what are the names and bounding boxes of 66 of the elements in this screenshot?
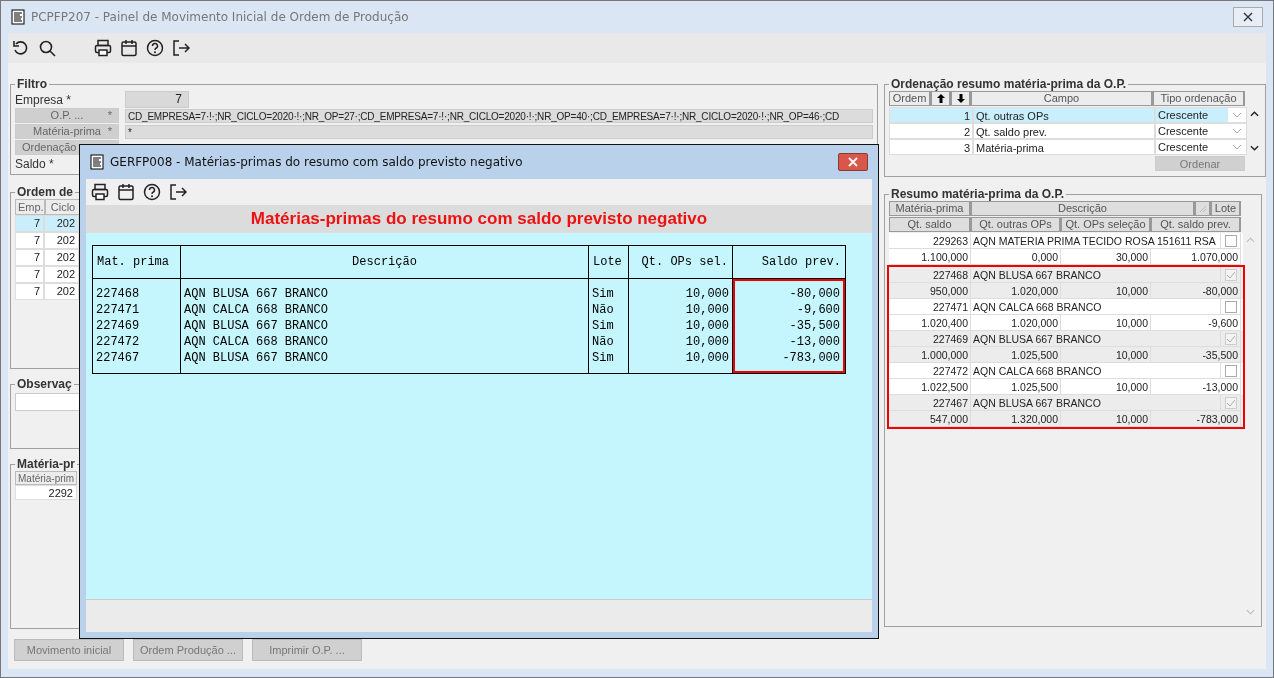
- table-cell-text: 227472: [95, 334, 141, 350]
- table-cell-text: AQN BLUSA 667 BRANCO: [183, 286, 330, 302]
- table-cell-text: 227468: [95, 286, 141, 302]
- group-title: Ordenação resumo matéria-prima da O.P.: [890, 77, 1128, 91]
- table-cell: 1.100,000: [889, 249, 971, 265]
- column-header: Mat. prima: [97, 255, 169, 269]
- table-cell: 1: [889, 107, 973, 123]
- window-title: PCPFP207 - Painel de Movimento Inicial de Ordem de Produção: [31, 10, 410, 24]
- column-header: Saldo prev.: [761, 255, 841, 269]
- table-cell-text: AQN CALCA 668 BRANCO: [183, 302, 330, 318]
- table-cell: -783,000: [1151, 411, 1241, 427]
- table-cell-text: 10,000: [684, 318, 730, 334]
- column-header: Descrição: [352, 255, 417, 269]
- table-cell: 10,000: [1061, 411, 1151, 427]
- table-cell: 7: [15, 249, 44, 266]
- table-cell: 202: [44, 215, 79, 232]
- table-cell-text: -783,000: [781, 350, 841, 366]
- table-cell-text: Não: [591, 334, 615, 350]
- table-cell: 7: [15, 215, 44, 232]
- group-title: Ordem de: [16, 185, 74, 199]
- table-cell: 2292: [15, 485, 77, 500]
- group-title: Observaç: [16, 377, 73, 391]
- table-cell: 202: [44, 249, 79, 266]
- table-cell-text: -13,000: [788, 334, 841, 350]
- table-cell-text: AQN CALCA 668 BRANCO: [183, 334, 330, 350]
- table-cell-text: 10,000: [684, 286, 730, 302]
- table-cell-text: 227467: [95, 350, 141, 366]
- table-cell-text: AQN BLUSA 667 BRANCO: [183, 318, 330, 334]
- table-cell-text: -80,000: [788, 286, 841, 302]
- table-cell: 547,000: [889, 411, 971, 427]
- table-cell-text: 10,000: [684, 334, 730, 350]
- table-cell-text: AQN BLUSA 667 BRANCO: [183, 350, 330, 366]
- report-heading: Matérias-primas do resumo com saldo previsto negativo: [250, 209, 708, 229]
- dialog-title: GERFP008 - Matérias-primas do resumo com saldo previsto negativo: [110, 155, 524, 169]
- table-cell-text: -35,500: [788, 318, 841, 334]
- table-cell: Qt. saldo prev.: [973, 123, 1155, 139]
- table-cell: Matéria-prima: [973, 139, 1155, 155]
- group-title: Matéria-pr: [16, 457, 76, 471]
- table-cell: 30,000: [1061, 249, 1151, 265]
- table-cell-text: Sim: [591, 318, 615, 334]
- table-cell: 202: [44, 266, 79, 283]
- table-cell: 7: [15, 232, 44, 249]
- table-cell: 3: [889, 139, 973, 155]
- table-cell: 7: [15, 266, 44, 283]
- table-cell-text: Sim: [591, 350, 615, 366]
- table-cell-text: Sim: [591, 286, 615, 302]
- table-cell: Qt. outras OPs: [973, 107, 1155, 123]
- table-cell: 202: [44, 232, 79, 249]
- table-cell: 1.070,000: [1151, 249, 1241, 265]
- table-cell: 0,000: [971, 249, 1061, 265]
- group-title: Filtro: [16, 77, 48, 91]
- table-cell: 1.320,000: [971, 411, 1061, 427]
- table-cell-text: 10,000: [684, 350, 730, 366]
- table-cell: 2: [889, 123, 973, 139]
- table-cell: 7: [15, 283, 44, 300]
- table-cell-text: 227469: [95, 318, 141, 334]
- table-cell: 202: [44, 283, 79, 300]
- table-cell-text: 10,000: [684, 302, 730, 318]
- field-label: Saldo *: [15, 156, 54, 171]
- column-header: Lote: [593, 255, 622, 269]
- table-cell-text: Não: [591, 302, 615, 318]
- table-cell-text: -9,600: [795, 302, 841, 318]
- field-label: Empresa *: [15, 92, 72, 107]
- group-title: Resumo matéria-prima da O.P.: [890, 187, 1066, 201]
- column-header: Qt. OPs sel.: [641, 255, 728, 269]
- table-cell-text: 227471: [95, 302, 141, 318]
